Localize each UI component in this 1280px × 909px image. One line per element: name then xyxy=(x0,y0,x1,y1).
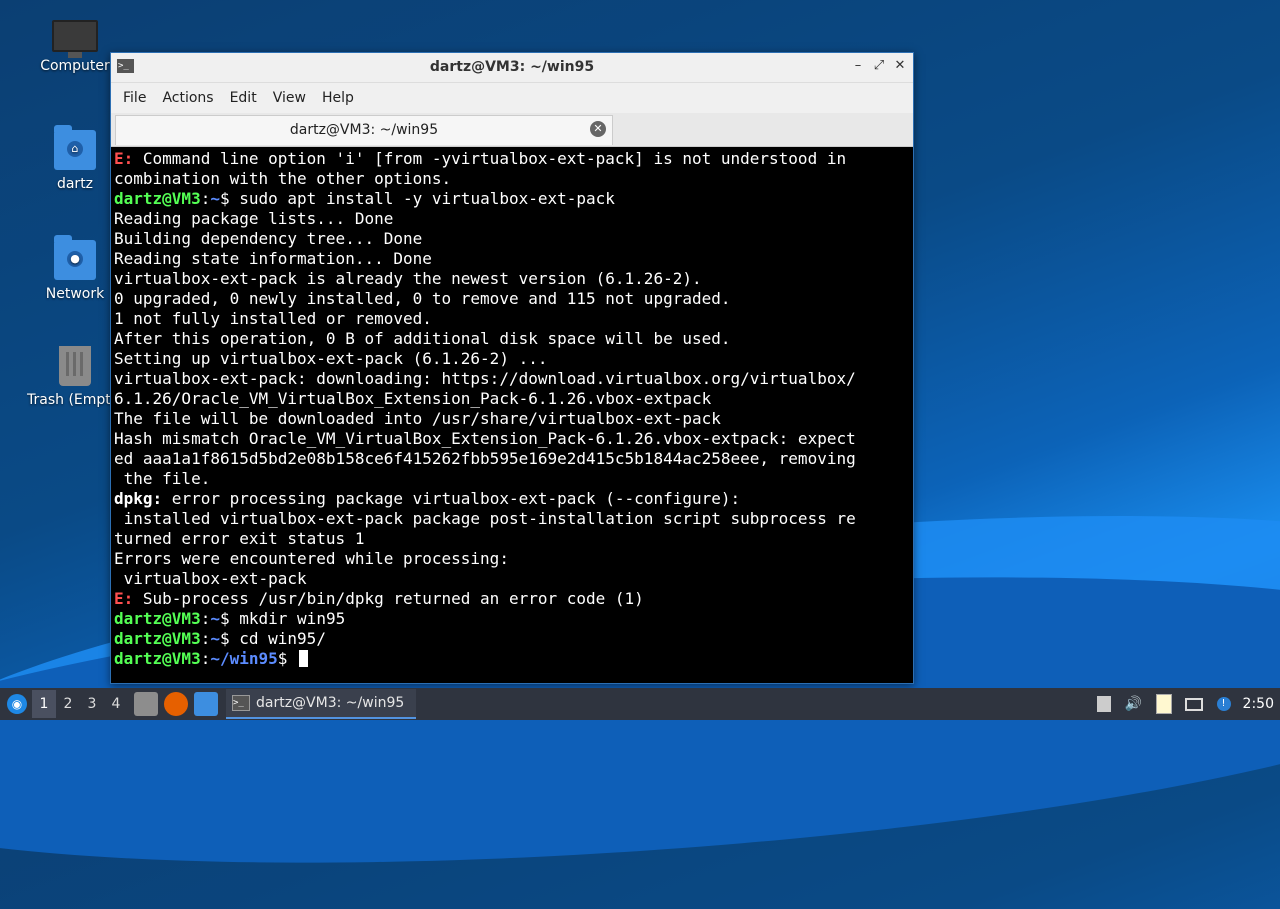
workspace-3[interactable]: 3 xyxy=(80,696,104,712)
show-desktop-icon[interactable] xyxy=(194,692,218,716)
close-icon[interactable]: ✕ xyxy=(891,57,909,75)
terminal-icon: >_ xyxy=(232,695,250,711)
trash-icon xyxy=(59,346,91,386)
menu-help[interactable]: Help xyxy=(314,90,362,106)
start-menu-button[interactable]: ◉ xyxy=(2,690,32,718)
tab-terminal[interactable]: dartz@VM3: ~/win95 ✕ xyxy=(115,115,613,145)
taskbar: ◉ 1 2 3 4 >_ dartz@VM3: ~/win95 🔊 ! 2:50 xyxy=(0,688,1280,720)
terminal-line: dartz@VM3:~$ mkdir win95 xyxy=(114,609,346,628)
terminal-line: Reading package lists... Done xyxy=(114,209,394,228)
tab-bar: dartz@VM3: ~/win95 ✕ xyxy=(111,113,913,147)
clock[interactable]: 2:50 xyxy=(1243,696,1274,712)
terminal-line: 0 upgraded, 0 newly installed, 0 to remo… xyxy=(114,289,731,308)
network-folder-icon: ● xyxy=(54,235,96,280)
desktop-icon-computer[interactable]: Computer xyxy=(27,20,123,74)
computer-icon xyxy=(52,20,98,58)
terminal-line: virtualbox-ext-pack is already the newes… xyxy=(114,269,702,288)
taskbar-task-terminal[interactable]: >_ dartz@VM3: ~/win95 xyxy=(226,689,416,719)
tab-close-icon[interactable]: ✕ xyxy=(590,121,606,137)
terminal-line: 1 not fully installed or removed. xyxy=(114,309,432,328)
terminal-line: ed aaa1a1f8615d5bd2e08b158ce6f415262fbb5… xyxy=(114,449,856,468)
workspace-4[interactable]: 4 xyxy=(104,696,128,712)
volume-icon[interactable]: 🔊 xyxy=(1123,694,1145,714)
menu-file[interactable]: File xyxy=(115,90,154,106)
task-label: dartz@VM3: ~/win95 xyxy=(256,695,405,711)
terminal-line: Errors were encountered while processing… xyxy=(114,549,509,568)
notification-icon[interactable] xyxy=(1093,694,1115,714)
desktop-icon-label: Trash (Empty) xyxy=(27,392,123,408)
terminal-line: turned error exit status 1 xyxy=(114,529,365,548)
minimize-icon[interactable]: – xyxy=(849,57,867,75)
terminal-line: E: Sub-process /usr/bin/dpkg returned an… xyxy=(114,589,644,608)
home-folder-icon: ⌂ xyxy=(54,125,96,170)
workspace-1[interactable]: 1 xyxy=(32,690,56,718)
menu-actions[interactable]: Actions xyxy=(154,90,221,106)
terminal-line: virtualbox-ext-pack xyxy=(114,569,307,588)
tab-label: dartz@VM3: ~/win95 xyxy=(289,122,439,138)
clipboard-icon[interactable] xyxy=(1153,694,1175,714)
system-tray: 🔊 ! 2:50 xyxy=(1093,688,1280,720)
terminal-line: dartz@VM3:~$ cd win95/ xyxy=(114,629,326,648)
file-manager-icon[interactable] xyxy=(134,692,158,716)
terminal-line: virtualbox-ext-pack: downloading: https:… xyxy=(114,369,856,388)
firefox-icon[interactable] xyxy=(164,692,188,716)
maximize-icon[interactable]: ⤢ xyxy=(870,57,888,75)
terminal-line: installed virtualbox-ext-pack package po… xyxy=(114,509,856,528)
terminal-line: E: Command line option 'i' [from -yvirtu… xyxy=(114,149,847,168)
update-icon[interactable]: ! xyxy=(1213,694,1235,714)
text-cursor xyxy=(299,650,309,667)
terminal-line: Reading state information... Done xyxy=(114,249,432,268)
terminal-line: Building dependency tree... Done xyxy=(114,229,423,248)
menubar: File Actions Edit View Help xyxy=(111,83,913,113)
network-icon[interactable] xyxy=(1183,694,1205,714)
terminal-window: >_ dartz@VM3: ~/win95 – ⤢ ✕ File Actions… xyxy=(110,52,914,684)
terminal-line: dpkg: error processing package virtualbo… xyxy=(114,489,741,508)
workspace-2[interactable]: 2 xyxy=(56,696,80,712)
terminal-line: 6.1.26/Oracle_VM_VirtualBox_Extension_Pa… xyxy=(114,389,712,408)
terminal-line: The file will be downloaded into /usr/sh… xyxy=(114,409,721,428)
terminal-line: After this operation, 0 B of additional … xyxy=(114,329,731,348)
desktop-icon-network[interactable]: ● Network xyxy=(27,235,123,302)
terminal-line: Setting up virtualbox-ext-pack (6.1.26-2… xyxy=(114,349,548,368)
desktop-icon-home[interactable]: ⌂ dartz xyxy=(27,125,123,192)
desktop-icon-label: Network xyxy=(45,286,105,302)
terminal-line: dartz@VM3:~/win95$ xyxy=(114,649,910,669)
terminal-output[interactable]: E: Command line option 'i' [from -yvirtu… xyxy=(111,147,913,671)
desktop-icon-trash[interactable]: Trash (Empty) xyxy=(27,346,123,408)
menu-view[interactable]: View xyxy=(265,90,314,106)
window-titlebar[interactable]: >_ dartz@VM3: ~/win95 – ⤢ ✕ xyxy=(111,53,913,83)
desktop-icon-label: Computer xyxy=(40,58,110,74)
terminal-line: Hash mismatch Oracle_VM_VirtualBox_Exten… xyxy=(114,429,856,448)
menu-edit[interactable]: Edit xyxy=(222,90,265,106)
window-title: dartz@VM3: ~/win95 xyxy=(429,59,595,75)
start-menu-icon: ◉ xyxy=(7,694,27,714)
terminal-line: the file. xyxy=(114,469,211,488)
terminal-line: combination with the other options. xyxy=(114,169,452,188)
terminal-line: dartz@VM3:~$ sudo apt install -y virtual… xyxy=(114,189,615,208)
desktop-icon-label: dartz xyxy=(56,176,94,192)
